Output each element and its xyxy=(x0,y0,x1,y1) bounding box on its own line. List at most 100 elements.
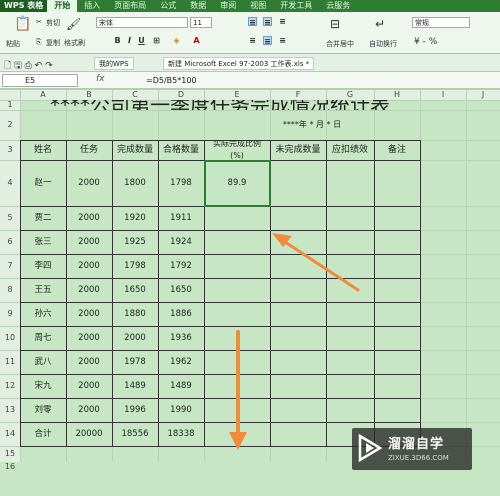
table-cell[interactable] xyxy=(374,254,420,278)
table-cell[interactable]: 2000 xyxy=(66,350,112,374)
sheet-title[interactable]: ****公司第一季度任务完成情况统计表 xyxy=(20,100,420,110)
row-header[interactable]: 8 xyxy=(0,278,20,302)
table-cell[interactable] xyxy=(326,254,374,278)
table-cell[interactable]: 李四 xyxy=(20,254,66,278)
row-header[interactable]: 9 xyxy=(0,302,20,326)
row-header[interactable]: 7 xyxy=(0,254,20,278)
table-cell[interactable]: 武八 xyxy=(20,350,66,374)
table-cell[interactable]: 2000 xyxy=(66,278,112,302)
table-cell[interactable]: 2000 xyxy=(66,374,112,398)
column-header[interactable]: J xyxy=(466,89,500,100)
table-header[interactable]: 完成数量 xyxy=(112,140,158,160)
row-header[interactable]: 16 xyxy=(0,462,20,471)
table-cell[interactable]: 2000 xyxy=(66,326,112,350)
table-cell[interactable]: 2000 xyxy=(112,326,158,350)
table-cell[interactable] xyxy=(326,230,374,254)
table-header[interactable]: 未完成数量 xyxy=(270,140,326,160)
table-cell[interactable]: 2000 xyxy=(66,206,112,230)
table-cell[interactable] xyxy=(326,160,374,206)
table-cell[interactable]: 贾二 xyxy=(20,206,66,230)
table-cell[interactable] xyxy=(270,254,326,278)
table-cell[interactable] xyxy=(270,422,326,446)
row-header[interactable]: 6 xyxy=(0,230,20,254)
table-cell[interactable]: 2000 xyxy=(66,302,112,326)
table-cell[interactable]: 1990 xyxy=(158,398,204,422)
table-cell[interactable] xyxy=(326,326,374,350)
table-header[interactable]: 任务 xyxy=(66,140,112,160)
column-header[interactable]: C xyxy=(112,89,158,100)
table-cell[interactable] xyxy=(204,422,270,446)
table-cell[interactable]: 18556 xyxy=(112,422,158,446)
row-header[interactable]: 13 xyxy=(0,398,20,422)
table-cell[interactable] xyxy=(204,278,270,302)
table-cell[interactable] xyxy=(204,398,270,422)
row-header[interactable]: 2 xyxy=(0,110,20,140)
table-cell[interactable] xyxy=(374,374,420,398)
table-cell[interactable]: 1792 xyxy=(158,254,204,278)
table-cell[interactable]: 1936 xyxy=(158,326,204,350)
table-cell[interactable] xyxy=(326,350,374,374)
table-cell[interactable] xyxy=(374,160,420,206)
row-header[interactable]: 10 xyxy=(0,326,20,350)
table-cell[interactable]: 18338 xyxy=(158,422,204,446)
table-cell[interactable]: 1924 xyxy=(158,230,204,254)
table-cell[interactable]: 1489 xyxy=(158,374,204,398)
row-header[interactable]: 12 xyxy=(0,374,20,398)
table-cell[interactable]: 2000 xyxy=(66,398,112,422)
table-cell[interactable]: 宋九 xyxy=(20,374,66,398)
table-cell[interactable] xyxy=(270,398,326,422)
row-header[interactable]: 11 xyxy=(0,350,20,374)
table-cell[interactable]: 1880 xyxy=(112,302,158,326)
column-header[interactable]: E xyxy=(204,89,270,100)
table-cell[interactable]: 王五 xyxy=(20,278,66,302)
table-cell[interactable] xyxy=(326,398,374,422)
table-cell[interactable] xyxy=(270,350,326,374)
table-cell[interactable] xyxy=(374,206,420,230)
table-cell[interactable] xyxy=(270,374,326,398)
table-cell[interactable] xyxy=(204,254,270,278)
table-cell[interactable]: 1650 xyxy=(112,278,158,302)
row-header[interactable]: 3 xyxy=(0,140,20,160)
column-header[interactable]: H xyxy=(374,89,420,100)
table-cell[interactable] xyxy=(374,398,420,422)
table-cell[interactable] xyxy=(270,302,326,326)
table-cell[interactable]: 20000 xyxy=(66,422,112,446)
table-cell[interactable]: 刘零 xyxy=(20,398,66,422)
table-cell[interactable] xyxy=(270,206,326,230)
table-cell[interactable]: 1886 xyxy=(158,302,204,326)
table-cell[interactable] xyxy=(326,206,374,230)
table-header[interactable]: 备注 xyxy=(374,140,420,160)
table-cell[interactable]: 1650 xyxy=(158,278,204,302)
table-cell[interactable] xyxy=(204,350,270,374)
row-header[interactable]: 5 xyxy=(0,206,20,230)
table-cell[interactable]: 1925 xyxy=(112,230,158,254)
column-header[interactable]: B xyxy=(66,89,112,100)
row-header[interactable]: 15 xyxy=(0,446,20,462)
column-header[interactable]: A xyxy=(20,89,66,100)
table-cell[interactable] xyxy=(374,350,420,374)
table-cell[interactable]: 2000 xyxy=(66,230,112,254)
table-cell[interactable]: 周七 xyxy=(20,326,66,350)
table-cell[interactable] xyxy=(204,374,270,398)
table-cell[interactable]: 1920 xyxy=(112,206,158,230)
table-cell[interactable]: 孙六 xyxy=(20,302,66,326)
column-header[interactable]: G xyxy=(326,89,374,100)
table-cell[interactable]: 1489 xyxy=(112,374,158,398)
column-header[interactable]: I xyxy=(420,89,466,100)
table-cell[interactable] xyxy=(374,278,420,302)
table-cell[interactable]: 合计 xyxy=(20,422,66,446)
table-cell[interactable] xyxy=(204,206,270,230)
table-cell[interactable] xyxy=(270,326,326,350)
table-cell[interactable]: 1798 xyxy=(112,254,158,278)
table-cell[interactable] xyxy=(204,326,270,350)
table-cell[interactable]: 1911 xyxy=(158,206,204,230)
row-header[interactable]: 14 xyxy=(0,422,20,446)
table-cell[interactable]: 张三 xyxy=(20,230,66,254)
date-line[interactable]: ****年 * 月 * 日 xyxy=(204,110,420,140)
table-cell[interactable]: 1962 xyxy=(158,350,204,374)
table-header[interactable]: 合格数量 xyxy=(158,140,204,160)
table-cell[interactable] xyxy=(374,302,420,326)
table-header[interactable]: 实际完成比例 (%) xyxy=(204,140,270,160)
table-cell[interactable]: 2000 xyxy=(66,254,112,278)
table-cell[interactable]: 1978 xyxy=(112,350,158,374)
